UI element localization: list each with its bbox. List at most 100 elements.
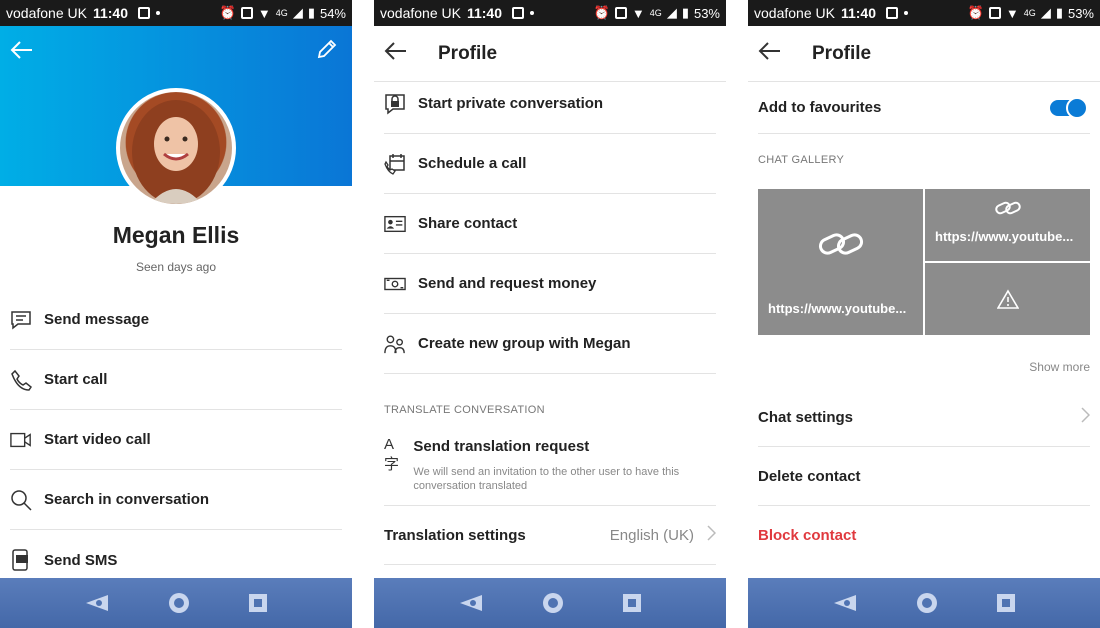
setting-label: Block contact bbox=[758, 527, 857, 544]
nav-home-icon[interactable] bbox=[916, 592, 938, 614]
action-label: Send and request money bbox=[418, 275, 597, 292]
profile-screen-main: vodafone UK 11:40 ⏰ ▼ 4G ◢ ▮ 54% Megan E… bbox=[0, 0, 352, 628]
nfc-icon bbox=[988, 7, 1001, 19]
nav-back-icon[interactable] bbox=[832, 593, 858, 613]
chevron-right-icon bbox=[1080, 407, 1091, 427]
profile-screen-actions: vodafone UK 11:40 ⏰ ▼ 4G ◢ ▮ 53% Profile… bbox=[374, 0, 726, 628]
status-bar: vodafone UK 11:40 ⏰ ▼ 4G ◢ ▮ 53% bbox=[748, 0, 1100, 26]
alarm-icon: ⏰ bbox=[967, 5, 984, 20]
action-label: Send SMS bbox=[44, 551, 118, 569]
nav-recents-icon[interactable] bbox=[622, 593, 642, 613]
android-nav-bar bbox=[748, 578, 1100, 628]
carrier-label: vodafone UK bbox=[754, 5, 835, 21]
chat-settings-row[interactable]: Chat settings bbox=[758, 388, 1091, 447]
back-arrow-icon[interactable] bbox=[384, 41, 408, 66]
back-arrow-icon[interactable] bbox=[758, 41, 782, 66]
gallery-item-text: https://www.youtube... bbox=[935, 229, 1074, 244]
link-icon bbox=[818, 227, 864, 266]
action-label: Start private conversation bbox=[418, 95, 604, 112]
message-icon bbox=[10, 309, 32, 331]
calendar-call-icon bbox=[384, 153, 406, 175]
nav-back-icon[interactable] bbox=[84, 593, 110, 613]
action-label: Share contact bbox=[418, 215, 518, 232]
avatar bbox=[116, 88, 236, 208]
action-list: Start private conversation Schedule a ca… bbox=[384, 74, 716, 374]
start-private-conversation-action[interactable]: Start private conversation bbox=[384, 74, 716, 134]
nav-back-icon[interactable] bbox=[458, 593, 484, 613]
gallery-item[interactable] bbox=[925, 263, 1090, 335]
network-type: 4G bbox=[649, 8, 662, 18]
contact-name: Megan Ellis bbox=[112, 222, 240, 248]
alarm-icon: ⏰ bbox=[593, 5, 610, 20]
last-seen-status: Seen days ago bbox=[135, 260, 217, 274]
action-label: Schedule a call bbox=[418, 155, 527, 172]
battery-level: 54% bbox=[319, 5, 346, 21]
translate-icon: A字 bbox=[384, 436, 400, 473]
battery-level: 53% bbox=[1067, 5, 1094, 21]
alarm-icon: ⏰ bbox=[219, 5, 236, 20]
delete-contact-row[interactable]: Delete contact bbox=[758, 447, 1090, 506]
nav-recents-icon[interactable] bbox=[996, 593, 1016, 613]
block-contact-row[interactable]: Block contact bbox=[758, 506, 1090, 565]
network-type: 4G bbox=[275, 8, 288, 18]
action-list: Send message Start call Start video call… bbox=[10, 290, 342, 590]
share-contact-action[interactable]: Share contact bbox=[384, 194, 716, 254]
action-label: Create new group with Megan bbox=[418, 335, 631, 352]
battery-icon: ▮ bbox=[1055, 5, 1063, 20]
chevron-right-icon bbox=[706, 525, 717, 545]
dot-icon bbox=[904, 11, 908, 15]
translation-request-title: Send translation request bbox=[413, 438, 590, 455]
favourites-toggle[interactable] bbox=[1050, 96, 1088, 119]
contact-settings-list: Chat settings Delete contact Block conta… bbox=[758, 388, 1091, 565]
clock: 11:40 bbox=[466, 5, 502, 21]
nav-home-icon[interactable] bbox=[168, 592, 190, 614]
clock: 11:40 bbox=[92, 5, 128, 21]
carrier-label: vodafone UK bbox=[6, 5, 87, 21]
battery-icon: ▮ bbox=[307, 5, 315, 20]
setting-value: English (UK) bbox=[609, 526, 694, 544]
profile-screen-settings: vodafone UK 11:40 ⏰ ▼ 4G ◢ ▮ 53% Profile… bbox=[748, 0, 1100, 628]
action-label: Send message bbox=[44, 311, 150, 328]
start-call-action[interactable]: Start call bbox=[10, 350, 342, 410]
back-arrow-icon[interactable] bbox=[10, 40, 34, 65]
nav-recents-icon[interactable] bbox=[248, 593, 268, 613]
network-type: 4G bbox=[1023, 8, 1036, 18]
money-icon bbox=[384, 273, 406, 295]
edit-pencil-icon[interactable] bbox=[316, 38, 338, 65]
image-notification-icon bbox=[138, 7, 150, 19]
action-label: Search in conversation bbox=[44, 491, 210, 508]
search-in-conversation-action[interactable]: Search in conversation bbox=[10, 470, 342, 530]
search-icon bbox=[10, 489, 32, 511]
status-bar: vodafone UK 11:40 ⏰ ▼ 4G ◢ ▮ 53% bbox=[374, 0, 726, 26]
schedule-call-action[interactable]: Schedule a call bbox=[384, 134, 716, 194]
dot-icon bbox=[156, 11, 160, 15]
link-icon bbox=[995, 199, 1021, 222]
translation-settings-row[interactable]: Translation settings English (UK) bbox=[384, 505, 717, 565]
chat-gallery-heading: CHAT GALLERY bbox=[758, 154, 845, 166]
wifi-icon: ▼ bbox=[257, 5, 271, 21]
signal-icon: ◢ bbox=[292, 5, 303, 20]
page-title: Profile bbox=[812, 42, 872, 64]
battery-icon: ▮ bbox=[681, 5, 689, 20]
nav-home-icon[interactable] bbox=[542, 592, 564, 614]
gallery-item[interactable]: https://www.youtube... bbox=[925, 189, 1090, 261]
signal-icon: ◢ bbox=[666, 5, 677, 20]
status-bar: vodafone UK 11:40 ⏰ ▼ 4G ◢ ▮ 54% bbox=[0, 0, 352, 26]
create-group-action[interactable]: Create new group with Megan bbox=[384, 314, 716, 374]
battery-level: 53% bbox=[693, 5, 720, 21]
start-video-call-action[interactable]: Start video call bbox=[10, 410, 342, 470]
phone-icon bbox=[10, 369, 32, 391]
gallery-item[interactable]: https://www.youtube... bbox=[758, 189, 923, 335]
show-more-link[interactable]: Show more bbox=[1029, 360, 1090, 374]
page-title: Profile bbox=[438, 42, 498, 64]
add-to-favourites-row: Add to favourites bbox=[758, 82, 1090, 134]
video-icon bbox=[10, 429, 32, 451]
sms-icon bbox=[10, 549, 32, 571]
app-header: Profile bbox=[748, 26, 1100, 82]
send-message-action[interactable]: Send message bbox=[10, 290, 342, 350]
send-translation-request-action[interactable]: A字 Send translation request We will send… bbox=[384, 436, 716, 493]
send-request-money-action[interactable]: Send and request money bbox=[384, 254, 716, 314]
message-notification-icon bbox=[886, 7, 898, 19]
setting-label: Chat settings bbox=[758, 408, 854, 426]
wifi-icon: ▼ bbox=[1005, 5, 1019, 21]
